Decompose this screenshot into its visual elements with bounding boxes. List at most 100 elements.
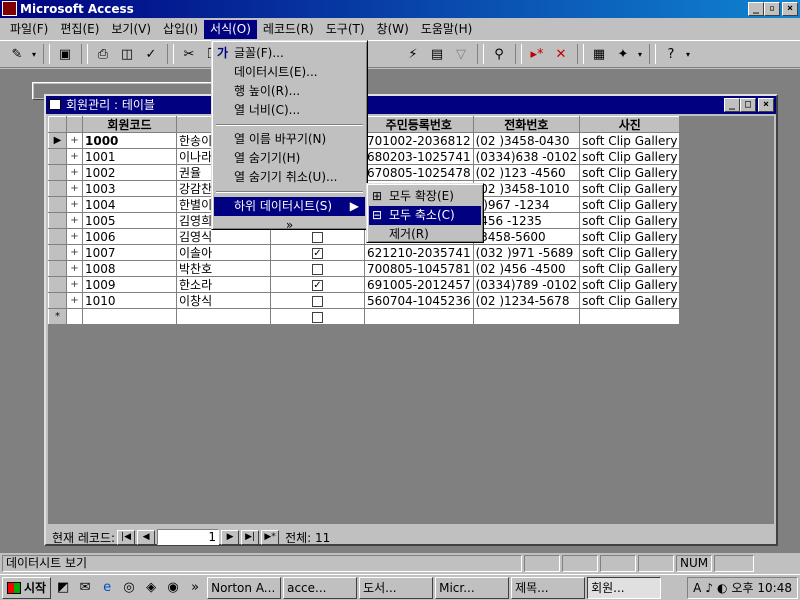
find-icon[interactable]: ⚲ xyxy=(488,43,510,65)
cell-rrn[interactable]: 670805-1025478 xyxy=(364,164,474,181)
checkbox[interactable] xyxy=(312,295,323,307)
empty-cell[interactable] xyxy=(176,308,271,325)
cell-code[interactable]: 1008 xyxy=(82,260,177,277)
minimize-icon[interactable]: _ xyxy=(748,2,764,16)
dropdown-arrow-icon[interactable]: ▾ xyxy=(30,43,38,65)
empty-cell[interactable] xyxy=(66,308,83,325)
save-icon[interactable]: ▣ xyxy=(54,43,76,65)
menu-records[interactable]: 레코드(R) xyxy=(257,20,320,39)
desktop-icon[interactable]: ◩ xyxy=(53,578,73,598)
new-record-nav-icon[interactable]: ▶* xyxy=(261,529,280,545)
prev-record-icon[interactable]: ◀ xyxy=(137,529,156,545)
minimize-icon[interactable]: _ xyxy=(724,98,740,112)
column-header-phone[interactable]: 전화번호 xyxy=(472,116,581,133)
cell-code[interactable]: 1001 xyxy=(82,148,177,165)
cell-phone[interactable]: (0334)638 -0102 xyxy=(472,148,581,165)
help-icon[interactable]: ? xyxy=(660,43,682,65)
row-selector[interactable] xyxy=(48,148,67,165)
new-record-icon[interactable]: ▸* xyxy=(526,43,548,65)
outlook-icon[interactable]: ✉ xyxy=(75,578,95,598)
row-selector[interactable] xyxy=(48,212,67,229)
cell-code[interactable]: 1003 xyxy=(82,180,177,197)
taskbar-button-members[interactable]: 회원... xyxy=(587,576,662,599)
cell-code[interactable]: 1006 xyxy=(82,228,177,245)
expand-row-icon[interactable]: + xyxy=(66,132,83,149)
start-button[interactable]: 시작 xyxy=(2,576,52,599)
menu-window[interactable]: 창(W) xyxy=(371,20,415,39)
empty-cell[interactable] xyxy=(82,308,177,325)
row-selector[interactable] xyxy=(48,260,67,277)
menu-item-expand-all[interactable]: ⊞ 모두 확장(E) xyxy=(369,187,481,206)
menu-item-hide-columns[interactable]: 열 숨기기(H) xyxy=(214,149,365,168)
cell-code[interactable]: 1005 xyxy=(82,212,177,229)
ie-icon[interactable]: e xyxy=(97,578,117,598)
menu-item-remove[interactable]: 제거(R) xyxy=(369,225,481,244)
cell-phone[interactable]: (02 )456 -4500 xyxy=(472,260,581,277)
cell-photo[interactable]: soft Clip Gallery xyxy=(579,164,681,181)
empty-cell[interactable] xyxy=(579,308,681,325)
menu-item-font[interactable]: 가 글꼴(F)... xyxy=(214,44,365,63)
column-header-rrn[interactable]: 주민등록번호 xyxy=(364,116,474,133)
row-selector[interactable]: ▶ xyxy=(48,132,67,149)
cell-phone[interactable]: (0334)789 -0102 xyxy=(472,276,581,293)
apply-filter-icon[interactable]: ▽ xyxy=(450,43,472,65)
quicklaunch-icon[interactable]: ◈ xyxy=(141,578,161,598)
table-window-title-bar[interactable]: 회원관리 : 테이블 _ □ × xyxy=(46,96,776,114)
cell-rrn[interactable]: 691005-2012457 xyxy=(364,276,474,293)
new-record-row[interactable]: * xyxy=(48,308,681,325)
cell-name[interactable]: 이창식 xyxy=(176,292,271,309)
new-object-icon[interactable]: ✦ xyxy=(612,43,634,65)
cell-photo[interactable]: soft Clip Gallery xyxy=(579,276,681,293)
expand-row-icon[interactable]: + xyxy=(66,180,83,197)
expand-row-icon[interactable]: + xyxy=(66,148,83,165)
checkbox[interactable]: ✓ xyxy=(312,247,323,259)
taskbar-button-books[interactable]: 도서... xyxy=(359,576,434,599)
dropdown-arrow-icon[interactable]: ▾ xyxy=(636,43,644,65)
cell-photo[interactable]: soft Clip Gallery xyxy=(579,212,681,229)
row-selector[interactable] xyxy=(48,228,67,245)
new-row-marker[interactable]: * xyxy=(48,308,67,325)
filter-by-form-icon[interactable]: ▤ xyxy=(426,43,448,65)
filter-by-selection-icon[interactable]: ⚡ xyxy=(402,43,424,65)
spelling-icon[interactable]: ✓ xyxy=(140,43,162,65)
more-quicklaunch-icon[interactable]: » xyxy=(185,578,205,598)
table-row[interactable]: +1007 이솔아 ✓ 621210-2035741 (032 )971 -5689 so… xyxy=(48,244,681,261)
dropdown-arrow-icon[interactable]: ▾ xyxy=(684,43,692,65)
print-preview-icon[interactable]: ◫ xyxy=(116,43,138,65)
cell-rrn[interactable]: 680203-1025741 xyxy=(364,148,474,165)
cell-rrn[interactable]: 700805-1045781 xyxy=(364,260,474,277)
cell-rrn[interactable]: 621210-2035741 xyxy=(364,244,474,261)
cell-checkbox[interactable] xyxy=(270,308,365,325)
last-record-icon[interactable]: ▶| xyxy=(241,529,260,545)
ime-icon[interactable]: A xyxy=(693,581,701,595)
cell-rrn[interactable]: 560704-1045236 xyxy=(364,292,474,309)
menu-tools[interactable]: 도구(T) xyxy=(320,20,371,39)
cell-photo[interactable]: soft Clip Gallery xyxy=(579,228,681,245)
taskbar-button-untitled[interactable]: 제목... xyxy=(511,576,586,599)
menu-item-rename-column[interactable]: 열 이름 바꾸기(N) xyxy=(214,130,365,149)
cut-icon[interactable]: ✂ xyxy=(178,43,200,65)
expand-row-icon[interactable]: + xyxy=(66,292,83,309)
checkbox[interactable] xyxy=(312,311,323,323)
checkbox[interactable] xyxy=(312,263,323,275)
menu-item-subdatasheet[interactable]: 하위 데이터시트(S) ▶ xyxy=(214,197,365,216)
checkbox[interactable]: ✓ xyxy=(312,279,323,291)
row-selector[interactable] xyxy=(48,164,67,181)
cell-phone[interactable]: (02 )1234-5678 xyxy=(472,292,581,309)
menu-item-datasheet[interactable]: 데이터시트(E)... xyxy=(214,63,365,82)
cell-code[interactable]: 1007 xyxy=(82,244,177,261)
expand-row-icon[interactable]: + xyxy=(66,276,83,293)
table-row[interactable]: +1009 한소라 ✓ 691005-2012457 (0334)789 -0102 so… xyxy=(48,276,681,293)
menu-format[interactable]: 서식(O) xyxy=(204,20,257,39)
design-view-icon[interactable]: ✎ xyxy=(6,43,28,65)
expand-row-icon[interactable]: + xyxy=(66,228,83,245)
cell-photo[interactable]: soft Clip Gallery xyxy=(579,132,681,149)
cell-code[interactable]: 1004 xyxy=(82,196,177,213)
database-window-icon[interactable]: ▦ xyxy=(588,43,610,65)
cell-photo[interactable]: soft Clip Gallery xyxy=(579,244,681,261)
cell-phone[interactable]: (02 )3458-0430 xyxy=(472,132,581,149)
cell-name[interactable]: 한소라 xyxy=(176,276,271,293)
close-icon[interactable]: × xyxy=(782,2,798,16)
menu-file[interactable]: 파일(F) xyxy=(4,20,54,39)
print-icon[interactable]: ⎙ xyxy=(92,43,114,65)
